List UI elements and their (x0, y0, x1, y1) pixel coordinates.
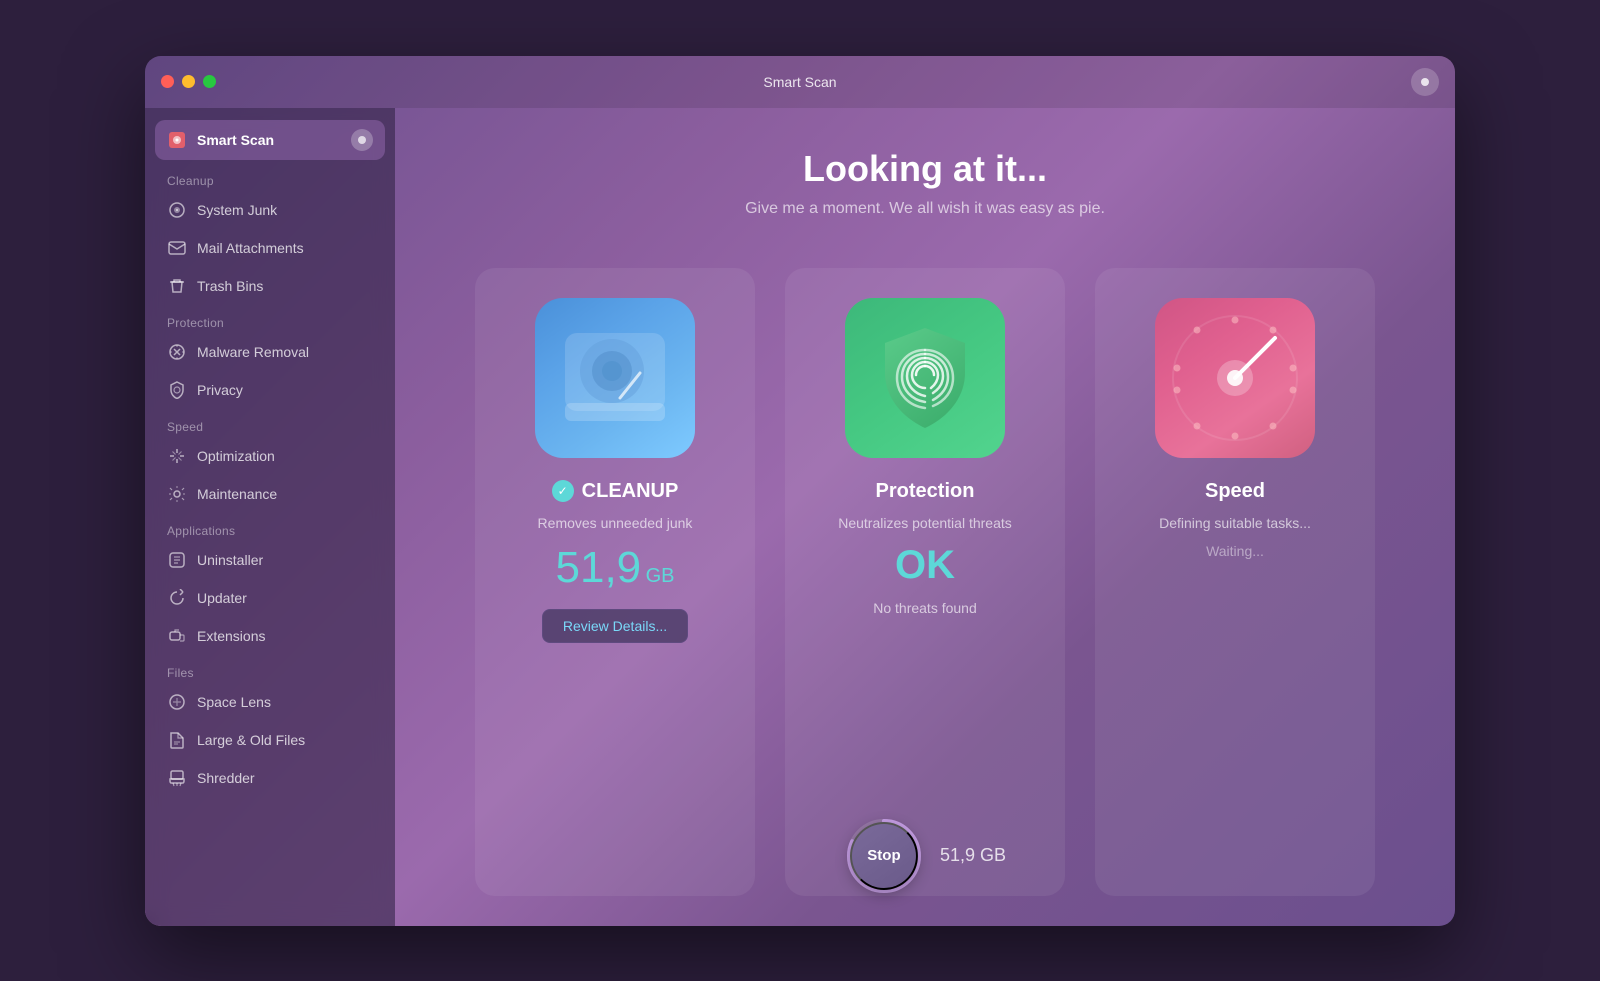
section-label-files: Files (145, 656, 395, 684)
speed-card-title: Speed (1205, 480, 1265, 503)
page-title: Looking at it... (803, 148, 1047, 190)
optimization-icon (167, 446, 187, 466)
check-icon: ✓ (552, 480, 574, 502)
sidebar-label: Trash Bins (197, 278, 263, 294)
protection-status: No threats found (873, 600, 977, 616)
stop-gb-label: 51,9 GB (940, 845, 1006, 866)
sidebar-active-label: Smart Scan (197, 132, 341, 148)
cleanup-value-number: 51,9 (556, 543, 642, 592)
sidebar-item-extensions[interactable]: Extensions (155, 618, 385, 654)
review-details-button[interactable]: Review Details... (542, 609, 688, 643)
protection-icon-wrap (845, 298, 1005, 458)
cards-container: ✓ CLEANUP Removes unneeded junk 51,9 GB … (425, 268, 1425, 896)
cleanup-description: Removes unneeded junk (538, 515, 693, 531)
speed-title-row: Speed (1205, 480, 1265, 503)
sidebar-label: Shredder (197, 770, 255, 786)
sidebar-label: Space Lens (197, 694, 271, 710)
protection-title-row: Protection (876, 480, 975, 503)
sidebar-label: Optimization (197, 448, 275, 464)
sidebar-label: Malware Removal (197, 344, 309, 360)
sidebar-label: Privacy (197, 382, 243, 398)
mail-icon (167, 238, 187, 258)
window-title: Smart Scan (763, 74, 836, 90)
cleanup-card-title: CLEANUP (582, 480, 679, 503)
active-indicator (351, 129, 373, 151)
maximize-button[interactable] (203, 75, 216, 88)
main-content: Looking at it... Give me a moment. We al… (395, 108, 1455, 926)
sidebar-item-optimization[interactable]: Optimization (155, 438, 385, 474)
hdd-illustration (550, 313, 680, 443)
section-label-cleanup: Cleanup (145, 164, 395, 192)
protection-description: Neutralizes potential threats (838, 515, 1012, 531)
cleanup-icon-wrap (535, 298, 695, 458)
sidebar-item-space-lens[interactable]: Space Lens (155, 684, 385, 720)
trash-icon (167, 276, 187, 296)
sidebar-item-trash-bins[interactable]: Trash Bins (155, 268, 385, 304)
sidebar-item-privacy[interactable]: Privacy (155, 372, 385, 408)
sidebar-item-maintenance[interactable]: Maintenance (155, 476, 385, 512)
stop-button[interactable]: Stop (850, 822, 918, 890)
speed-waiting: Waiting... (1206, 543, 1264, 559)
sidebar-label: Uninstaller (197, 552, 263, 568)
speed-card: Speed Defining suitable tasks... Waiting… (1095, 268, 1375, 896)
junk-icon (167, 200, 187, 220)
sidebar-label: Large & Old Files (197, 732, 305, 748)
speed-icon-wrap (1155, 298, 1315, 458)
titlebar-action-button[interactable] (1411, 68, 1439, 96)
sidebar-item-system-junk[interactable]: System Junk (155, 192, 385, 228)
protection-card-title: Protection (876, 480, 975, 503)
speed-description: Defining suitable tasks... (1159, 515, 1311, 531)
space-icon (167, 692, 187, 712)
sidebar-item-uninstaller[interactable]: Uninstaller (155, 542, 385, 578)
privacy-icon (167, 380, 187, 400)
page-subtitle: Give me a moment. We all wish it was eas… (745, 200, 1105, 218)
sidebar-item-smart-scan[interactable]: Smart Scan (155, 120, 385, 160)
sidebar-label: Updater (197, 590, 247, 606)
sidebar-item-shredder[interactable]: Shredder (155, 760, 385, 796)
files-icon (167, 730, 187, 750)
sidebar-label: Extensions (197, 628, 265, 644)
maintenance-icon (167, 484, 187, 504)
protection-ok-text: OK (895, 543, 955, 588)
shield-illustration (865, 318, 985, 438)
traffic-lights (161, 75, 216, 88)
speedometer-illustration (1165, 308, 1305, 448)
scan-icon (167, 130, 187, 150)
titlebar: Smart Scan (145, 56, 1455, 108)
sidebar-item-updater[interactable]: Updater (155, 580, 385, 616)
section-label-applications: Applications (145, 514, 395, 542)
sidebar: Smart Scan Cleanup System Junk (145, 108, 395, 926)
sidebar-label: Maintenance (197, 486, 277, 502)
malware-icon (167, 342, 187, 362)
sidebar-label: Mail Attachments (197, 240, 304, 256)
cleanup-card: ✓ CLEANUP Removes unneeded junk 51,9 GB … (475, 268, 755, 896)
minimize-button[interactable] (182, 75, 195, 88)
extensions-icon (167, 626, 187, 646)
section-label-speed: Speed (145, 410, 395, 438)
protection-card: Protection Neutralizes potential threats… (785, 268, 1065, 896)
sidebar-item-mail-attachments[interactable]: Mail Attachments (155, 230, 385, 266)
sidebar-item-malware-removal[interactable]: Malware Removal (155, 334, 385, 370)
cleanup-value-unit: GB (646, 565, 675, 587)
cleanup-value: 51,9 GB (556, 543, 675, 593)
cleanup-title-row: ✓ CLEANUP (552, 480, 679, 503)
app-window: Smart Scan Smart Scan Cleanup (145, 56, 1455, 926)
sidebar-item-large-old-files[interactable]: Large & Old Files (155, 722, 385, 758)
section-label-protection: Protection (145, 306, 395, 334)
stop-ring: Stop (844, 816, 924, 896)
stop-area: Stop 51,9 GB (844, 816, 1006, 896)
content-area: Smart Scan Cleanup System Junk (145, 108, 1455, 926)
sidebar-label: System Junk (197, 202, 277, 218)
uninstaller-icon (167, 550, 187, 570)
updater-icon (167, 588, 187, 608)
close-button[interactable] (161, 75, 174, 88)
shredder-icon (167, 768, 187, 788)
